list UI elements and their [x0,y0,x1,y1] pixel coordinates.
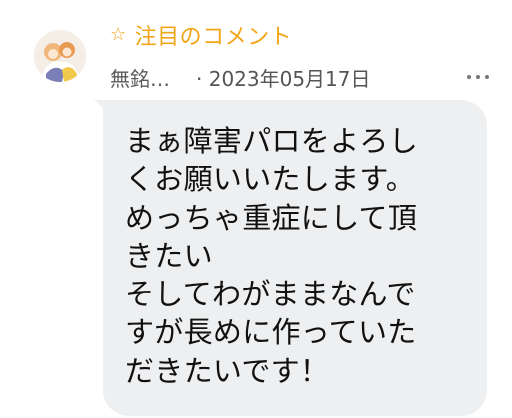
more-dots-icon [476,75,480,79]
comment-bubble: まぁ障害パロをよろし くお願いいたします。 めっちゃ重症にして頂 きたい そして… [103,100,487,416]
comment-meta: 無銘… · 2023年05月17日 [110,60,371,94]
comment-date: · 2023年05月17日 [196,66,371,91]
more-dots-icon [485,75,489,79]
comment-body: まぁ障害パロをよろし くお願いいたします。 めっちゃ重症にして頂 きたい そして… [125,124,419,388]
featured-comment-badge: ☆ 注目のコメント [110,19,292,51]
comment-card: ☆ 注目のコメント 無銘… · 2023年05月17日 まぁ障害パロをよろし く… [0,0,512,418]
more-dots-icon [467,75,471,79]
featured-comment-label: 注目のコメント [134,25,293,50]
more-options-button[interactable] [458,62,498,92]
avatar-image [34,30,86,82]
author-name[interactable]: 無銘… [110,63,170,92]
avatar[interactable] [34,30,86,82]
star-outline-icon: ☆ [110,24,127,45]
